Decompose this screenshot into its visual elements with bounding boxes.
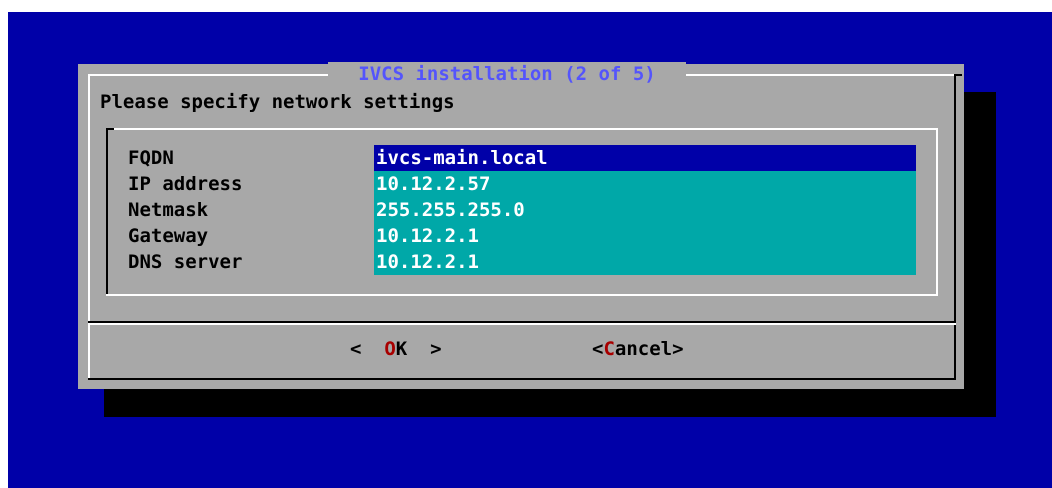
gateway-input[interactable]: 10.12.2.1 [374,223,916,249]
ok-bracket-right: > [418,338,442,360]
cancel-bracket-right: > [672,338,684,360]
button-divider [88,323,956,325]
field-row-gateway: Gateway 10.12.2.1 [106,223,938,249]
field-label-netmask: Netmask [128,199,209,221]
ip-address-input[interactable]: 10.12.2.57 [374,171,916,197]
cancel-hotkey: C [603,338,615,360]
frame-line [954,74,956,380]
ok-hotkey: O [384,338,396,360]
field-label-gateway: Gateway [128,225,209,247]
field-row-fqdn: FQDN ivcs-main.local [106,145,938,171]
field-row-netmask: Netmask 255.255.255.0 [106,197,938,223]
frame-line [88,378,956,380]
dialog-prompt: Please specify network settings [100,91,455,113]
form-border [106,128,938,130]
dns-server-input[interactable]: 10.12.2.1 [374,249,916,275]
netmask-input[interactable]: 255.255.255.0 [374,197,916,223]
fqdn-input[interactable]: ivcs-main.local [374,145,916,171]
install-dialog: IVCS installation (2 of 5) Please specif… [78,62,964,389]
cancel-bracket-left: < [592,338,604,360]
ok-label: K [395,338,408,360]
cancel-button[interactable]: <Cancel> [592,336,684,362]
field-label-dns-server: DNS server [128,251,243,273]
form-border [106,128,114,130]
frame-line [88,74,328,76]
ok-bracket-left: < [350,338,373,360]
dialog-title: IVCS installation (2 of 5) [328,62,686,86]
network-settings-form: FQDN ivcs-main.local IP address 10.12.2.… [106,128,938,296]
frame-line [88,74,90,380]
frame-line [686,74,956,76]
cancel-label: ancel [614,338,673,360]
form-border [106,294,938,296]
field-row-ip-address: IP address 10.12.2.57 [106,171,938,197]
field-row-dns-server: DNS server 10.12.2.1 [106,249,938,275]
ok-button[interactable]: < OK > [350,336,442,362]
field-label-fqdn: FQDN [128,147,174,169]
field-label-ip-address: IP address [128,173,243,195]
